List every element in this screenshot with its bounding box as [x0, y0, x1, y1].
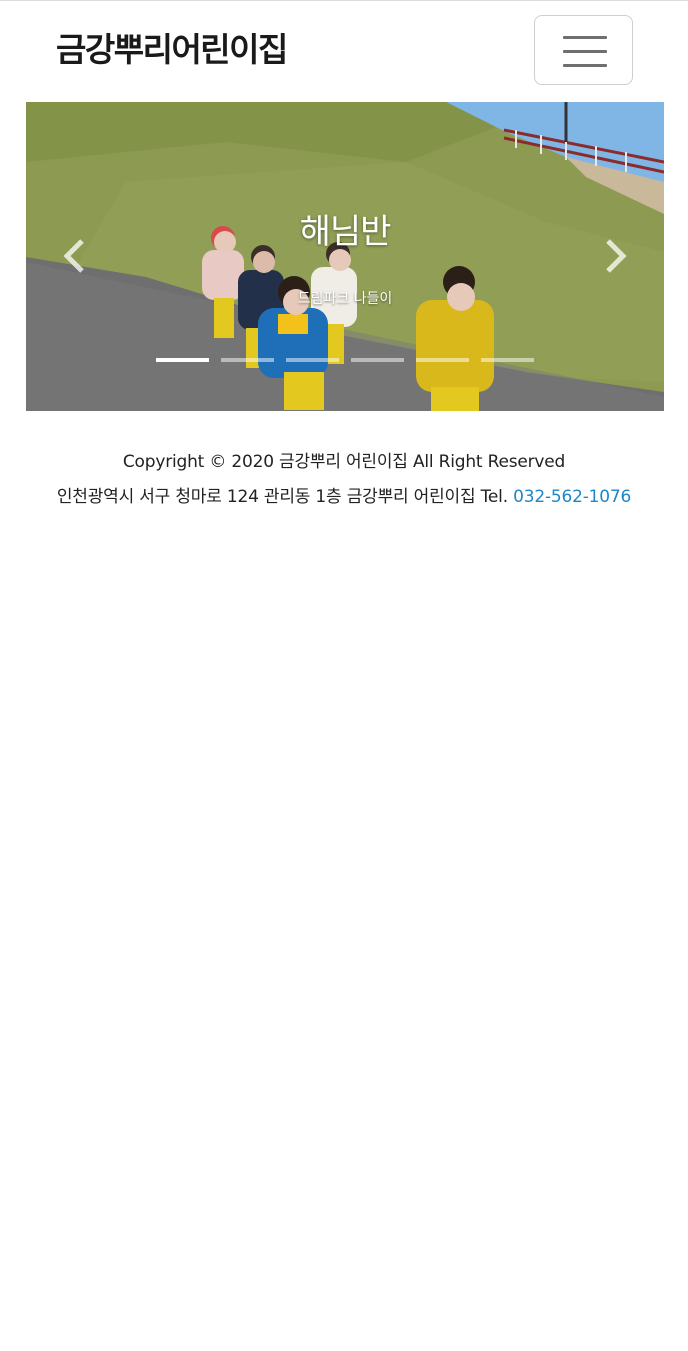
menu-toggle-button[interactable] [534, 15, 633, 85]
address-text: 인천광역시 서구 청마로 124 관리동 1층 금강뿌리 어린이집 Tel. [56, 487, 514, 507]
slide-title: 해님반 [299, 212, 392, 252]
carousel-indicator[interactable] [221, 358, 274, 362]
hamburger-menu-icon-bar [563, 50, 607, 53]
carousel-next-button[interactable] [586, 224, 646, 288]
phone-link[interactable]: 032-562-1076 [513, 487, 631, 507]
address-line: 인천광역시 서구 청마로 124 관리동 1층 금강뿌리 어린이집 Tel. 0… [0, 482, 688, 507]
carousel-prev-button[interactable] [44, 224, 104, 288]
hamburger-menu-icon-bar [563, 64, 607, 67]
carousel-indicator[interactable] [481, 358, 534, 362]
copyright-text: Copyright © 2020 금강뿌리 어린이집 All Right Res… [122, 452, 566, 472]
hamburger-menu-icon [563, 36, 607, 39]
brand-logo-link[interactable]: 금강뿌리어린이집 [56, 26, 288, 74]
carousel-indicator[interactable] [286, 358, 339, 362]
chevron-left-icon [63, 239, 84, 273]
chevron-right-icon [606, 239, 627, 273]
navbar: 금강뿌리어린이집 [0, 0, 688, 101]
photo-carousel[interactable]: 해님반 드림파크 나들이 [26, 102, 664, 411]
slide-caption: 드림파크 나들이 [297, 291, 393, 307]
slide-photo [26, 102, 664, 411]
carousel-indicator[interactable] [156, 358, 209, 362]
carousel-indicators [156, 358, 534, 364]
carousel-indicator[interactable] [351, 358, 404, 362]
carousel-indicator[interactable] [416, 358, 469, 362]
